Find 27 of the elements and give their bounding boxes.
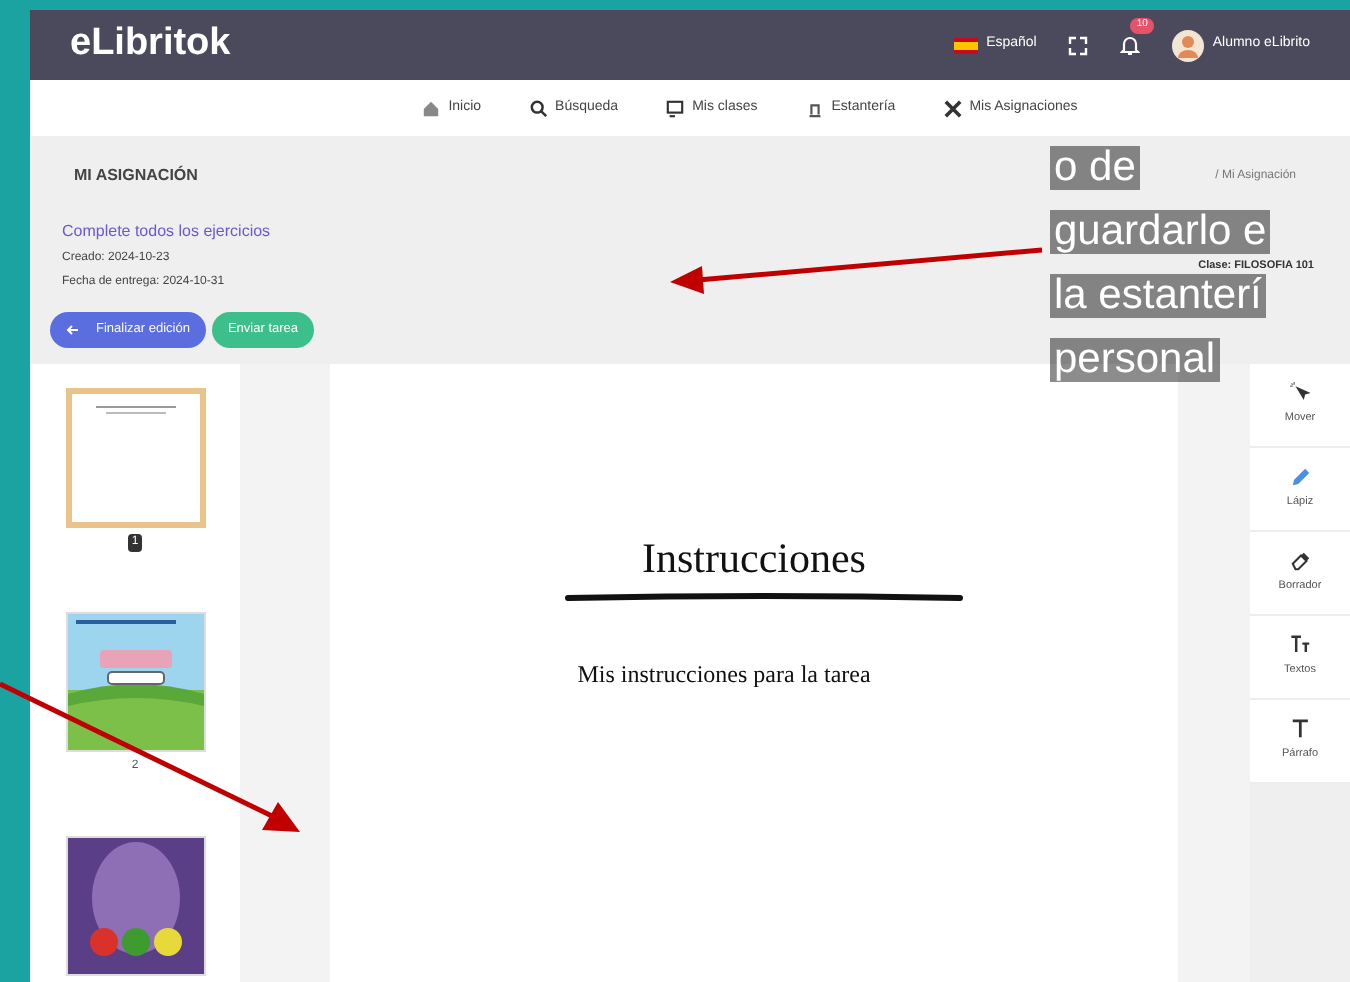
page-thumbnail[interactable]	[65, 388, 205, 528]
home-icon	[422, 99, 441, 117]
bell-icon[interactable]	[1120, 34, 1141, 56]
caption-text: guardarlo e	[1050, 210, 1271, 254]
logo[interactable]: eLibritok	[70, 16, 231, 74]
document-text: Mis instrucciones para la tarea	[577, 657, 871, 691]
assignment-title: Complete todos los ejercicios	[62, 220, 271, 244]
eraser-icon	[1289, 550, 1311, 573]
caption-text: personal	[1050, 338, 1220, 382]
search-icon	[529, 99, 548, 117]
avatar-icon[interactable]	[1172, 29, 1205, 61]
pencil-icon	[1289, 466, 1311, 489]
text-icon	[1289, 718, 1311, 741]
page-thumbnail[interactable]	[65, 836, 205, 976]
caption-text: la estanterí	[1050, 274, 1266, 318]
cursor-icon	[1289, 382, 1311, 405]
document-heading: Instrucciones	[642, 532, 866, 586]
page-thumbnail[interactable]	[65, 612, 205, 752]
page-title: MI ASIGNACIÓN	[74, 164, 198, 188]
caption-text: o de	[1050, 146, 1140, 190]
shelf-icon	[805, 99, 824, 117]
fullscreen-icon[interactable]	[1068, 35, 1089, 55]
flag-icon	[954, 37, 979, 53]
cross-tools-icon	[943, 99, 962, 117]
back-arrow-icon	[66, 324, 80, 336]
text-size-icon	[1289, 634, 1311, 657]
board-icon	[666, 99, 685, 117]
